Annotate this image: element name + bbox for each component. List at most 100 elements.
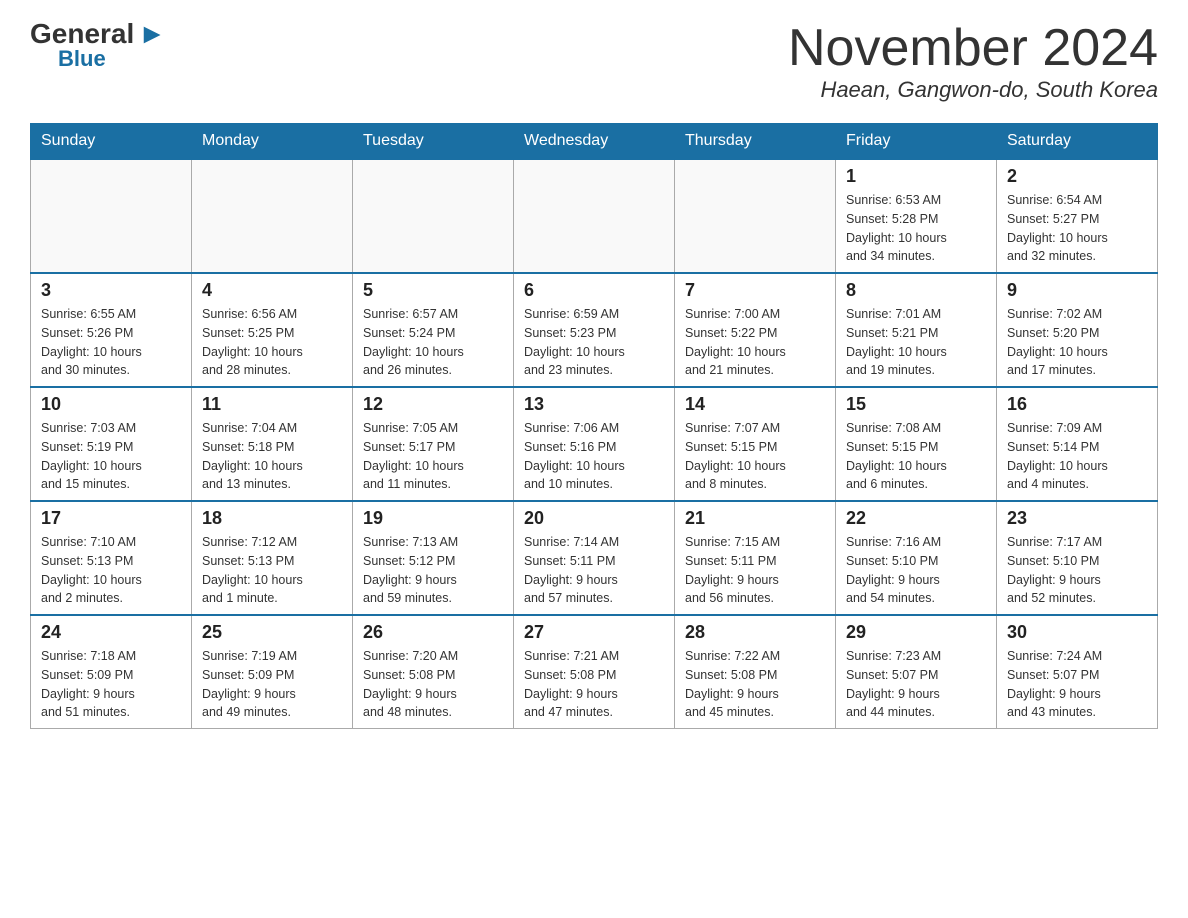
calendar-cell bbox=[192, 159, 353, 273]
day-info: Sunrise: 7:04 AM Sunset: 5:18 PM Dayligh… bbox=[202, 419, 342, 494]
col-header-tuesday: Tuesday bbox=[353, 124, 514, 160]
calendar-cell: 19Sunrise: 7:13 AM Sunset: 5:12 PM Dayli… bbox=[353, 501, 514, 615]
day-number: 2 bbox=[1007, 166, 1147, 187]
day-info: Sunrise: 7:23 AM Sunset: 5:07 PM Dayligh… bbox=[846, 647, 986, 722]
calendar-cell bbox=[353, 159, 514, 273]
day-info: Sunrise: 7:10 AM Sunset: 5:13 PM Dayligh… bbox=[41, 533, 181, 608]
day-info: Sunrise: 7:05 AM Sunset: 5:17 PM Dayligh… bbox=[363, 419, 503, 494]
day-info: Sunrise: 7:14 AM Sunset: 5:11 PM Dayligh… bbox=[524, 533, 664, 608]
day-number: 20 bbox=[524, 508, 664, 529]
calendar-cell: 11 Sunrise: 7:04 AM Sunset: 5:18 PM Dayli… bbox=[192, 387, 353, 501]
day-number: 24 bbox=[41, 622, 181, 643]
day-number: 18 bbox=[202, 508, 342, 529]
day-number: 29 bbox=[846, 622, 986, 643]
calendar-cell: 12 Sunrise: 7:05 AM Sunset: 5:17 PM Dayli… bbox=[353, 387, 514, 501]
day-info: Sunrise: 6:55 AM Sunset: 5:26 PM Dayligh… bbox=[41, 305, 181, 380]
month-year-title: November 2024 bbox=[788, 20, 1158, 77]
day-info: Sunrise: 7:12 AM Sunset: 5:13 PM Dayligh… bbox=[202, 533, 342, 608]
week-row-5: 24 Sunrise: 7:18 AM Sunset: 5:09 PM Dayli… bbox=[31, 615, 1158, 729]
day-info: Sunrise: 7:03 AM Sunset: 5:19 PM Dayligh… bbox=[41, 419, 181, 494]
day-number: 15 bbox=[846, 394, 986, 415]
day-number: 4 bbox=[202, 280, 342, 301]
day-number: 6 bbox=[524, 280, 664, 301]
day-number: 30 bbox=[1007, 622, 1147, 643]
day-number: 5 bbox=[363, 280, 503, 301]
calendar-cell: 25 Sunrise: 7:19 AM Sunset: 5:09 PM Dayli… bbox=[192, 615, 353, 729]
week-row-4: 17 Sunrise: 7:10 AM Sunset: 5:13 PM Dayli… bbox=[31, 501, 1158, 615]
day-info: Sunrise: 7:16 AM Sunset: 5:10 PM Dayligh… bbox=[846, 533, 986, 608]
calendar-cell: 4 Sunrise: 6:56 AM Sunset: 5:25 PM Daylig… bbox=[192, 273, 353, 387]
day-info: Sunrise: 7:22 AM Sunset: 5:08 PM Dayligh… bbox=[685, 647, 825, 722]
day-number: 21 bbox=[685, 508, 825, 529]
calendar-cell: 20 Sunrise: 7:14 AM Sunset: 5:11 PM Dayli… bbox=[514, 501, 675, 615]
day-info: Sunrise: 7:24 AM Sunset: 5:07 PM Dayligh… bbox=[1007, 647, 1147, 722]
day-info: Sunrise: 7:06 AM Sunset: 5:16 PM Dayligh… bbox=[524, 419, 664, 494]
calendar-cell: 21 Sunrise: 7:15 AM Sunset: 5:11 PM Dayli… bbox=[675, 501, 836, 615]
day-number: 9 bbox=[1007, 280, 1147, 301]
calendar-cell: 26 Sunrise: 7:20 AM Sunset: 5:08 PM Dayli… bbox=[353, 615, 514, 729]
calendar-cell: 27 Sunrise: 7:21 AM Sunset: 5:08 PM Dayli… bbox=[514, 615, 675, 729]
day-info: Sunrise: 7:07 AM Sunset: 5:15 PM Dayligh… bbox=[685, 419, 825, 494]
calendar-cell bbox=[31, 159, 192, 273]
logo-blue-text: Blue bbox=[58, 48, 106, 70]
calendar-cell: 29 Sunrise: 7:23 AM Sunset: 5:07 PM Dayli… bbox=[836, 615, 997, 729]
day-info: Sunrise: 7:02 AM Sunset: 5:20 PM Dayligh… bbox=[1007, 305, 1147, 380]
col-header-saturday: Saturday bbox=[997, 124, 1158, 160]
day-number: 7 bbox=[685, 280, 825, 301]
day-info: Sunrise: 7:21 AM Sunset: 5:08 PM Dayligh… bbox=[524, 647, 664, 722]
calendar-cell: 9 Sunrise: 7:02 AM Sunset: 5:20 PM Daylig… bbox=[997, 273, 1158, 387]
day-number: 23 bbox=[1007, 508, 1147, 529]
day-info: Sunrise: 7:09 AM Sunset: 5:14 PM Dayligh… bbox=[1007, 419, 1147, 494]
day-number: 12 bbox=[363, 394, 503, 415]
calendar-cell: 16 Sunrise: 7:09 AM Sunset: 5:14 PM Dayli… bbox=[997, 387, 1158, 501]
day-number: 1 bbox=[846, 166, 986, 187]
col-header-wednesday: Wednesday bbox=[514, 124, 675, 160]
week-row-3: 10Sunrise: 7:03 AM Sunset: 5:19 PM Dayli… bbox=[31, 387, 1158, 501]
calendar-cell: 6 Sunrise: 6:59 AM Sunset: 5:23 PM Daylig… bbox=[514, 273, 675, 387]
day-number: 27 bbox=[524, 622, 664, 643]
day-number: 17 bbox=[41, 508, 181, 529]
calendar-cell: 30 Sunrise: 7:24 AM Sunset: 5:07 PM Dayli… bbox=[997, 615, 1158, 729]
day-info: Sunrise: 7:20 AM Sunset: 5:08 PM Dayligh… bbox=[363, 647, 503, 722]
calendar-cell: 10Sunrise: 7:03 AM Sunset: 5:19 PM Dayli… bbox=[31, 387, 192, 501]
day-info: Sunrise: 6:59 AM Sunset: 5:23 PM Dayligh… bbox=[524, 305, 664, 380]
calendar-cell: 14Sunrise: 7:07 AM Sunset: 5:15 PM Dayli… bbox=[675, 387, 836, 501]
day-number: 3 bbox=[41, 280, 181, 301]
calendar-cell: 24 Sunrise: 7:18 AM Sunset: 5:09 PM Dayli… bbox=[31, 615, 192, 729]
day-number: 22 bbox=[846, 508, 986, 529]
logo: General► Blue bbox=[30, 20, 166, 70]
day-number: 19 bbox=[363, 508, 503, 529]
calendar-cell: 15 Sunrise: 7:08 AM Sunset: 5:15 PM Dayli… bbox=[836, 387, 997, 501]
day-number: 26 bbox=[363, 622, 503, 643]
day-info: Sunrise: 6:57 AM Sunset: 5:24 PM Dayligh… bbox=[363, 305, 503, 380]
day-number: 13 bbox=[524, 394, 664, 415]
day-number: 25 bbox=[202, 622, 342, 643]
day-info: Sunrise: 7:15 AM Sunset: 5:11 PM Dayligh… bbox=[685, 533, 825, 608]
day-info: Sunrise: 7:19 AM Sunset: 5:09 PM Dayligh… bbox=[202, 647, 342, 722]
col-header-thursday: Thursday bbox=[675, 124, 836, 160]
col-header-monday: Monday bbox=[192, 124, 353, 160]
day-info: Sunrise: 6:54 AM Sunset: 5:27 PM Dayligh… bbox=[1007, 191, 1147, 266]
col-header-sunday: Sunday bbox=[31, 124, 192, 160]
calendar-cell: 22 Sunrise: 7:16 AM Sunset: 5:10 PM Dayli… bbox=[836, 501, 997, 615]
day-number: 16 bbox=[1007, 394, 1147, 415]
logo-general-text: General► bbox=[30, 20, 166, 48]
calendar-cell: 13 Sunrise: 7:06 AM Sunset: 5:16 PM Dayli… bbox=[514, 387, 675, 501]
page-header: General► Blue November 2024 Haean, Gangw… bbox=[30, 20, 1158, 103]
calendar-cell: 28Sunrise: 7:22 AM Sunset: 5:08 PM Dayli… bbox=[675, 615, 836, 729]
calendar-cell: 5 Sunrise: 6:57 AM Sunset: 5:24 PM Daylig… bbox=[353, 273, 514, 387]
calendar-title-block: November 2024 Haean, Gangwon-do, South K… bbox=[788, 20, 1158, 103]
calendar-cell: 23Sunrise: 7:17 AM Sunset: 5:10 PM Dayli… bbox=[997, 501, 1158, 615]
day-info: Sunrise: 7:08 AM Sunset: 5:15 PM Dayligh… bbox=[846, 419, 986, 494]
calendar-cell: 8 Sunrise: 7:01 AM Sunset: 5:21 PM Daylig… bbox=[836, 273, 997, 387]
calendar-cell bbox=[675, 159, 836, 273]
day-info: Sunrise: 7:18 AM Sunset: 5:09 PM Dayligh… bbox=[41, 647, 181, 722]
day-info: Sunrise: 6:56 AM Sunset: 5:25 PM Dayligh… bbox=[202, 305, 342, 380]
calendar-cell: 18 Sunrise: 7:12 AM Sunset: 5:13 PM Dayli… bbox=[192, 501, 353, 615]
col-header-friday: Friday bbox=[836, 124, 997, 160]
day-info: Sunrise: 6:53 AM Sunset: 5:28 PM Dayligh… bbox=[846, 191, 986, 266]
day-number: 8 bbox=[846, 280, 986, 301]
day-info: Sunrise: 7:01 AM Sunset: 5:21 PM Dayligh… bbox=[846, 305, 986, 380]
calendar-cell: 17 Sunrise: 7:10 AM Sunset: 5:13 PM Dayli… bbox=[31, 501, 192, 615]
day-number: 11 bbox=[202, 394, 342, 415]
